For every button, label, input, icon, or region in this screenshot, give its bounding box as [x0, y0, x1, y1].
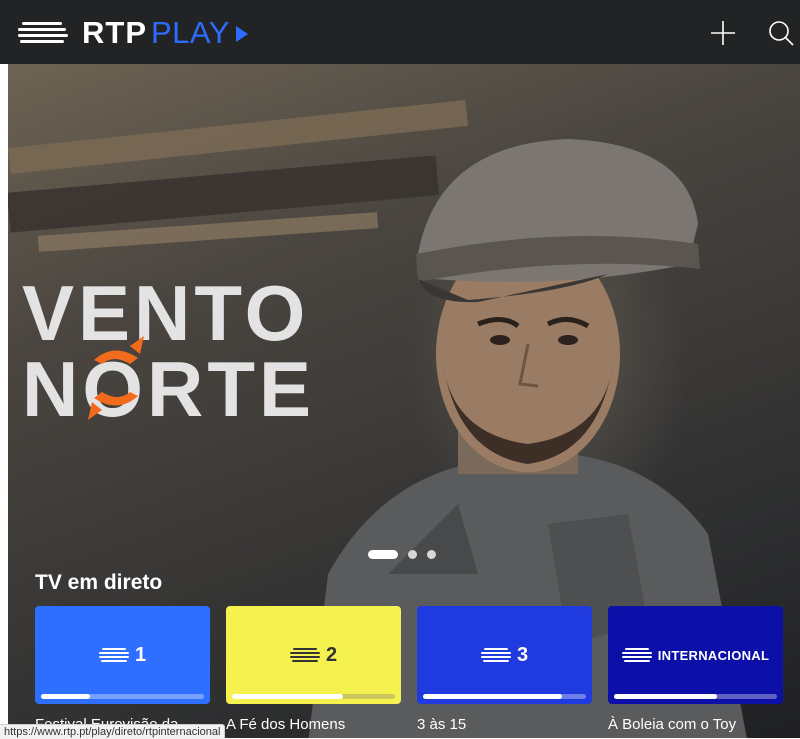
channel-tile[interactable]: 3 — [417, 606, 592, 704]
program-progress-bar — [614, 694, 777, 699]
program-progress-fill — [423, 694, 562, 699]
rtp-play-logo[interactable]: RTP PLAY — [18, 15, 248, 50]
channel-card-rtp3[interactable]: 3 3 às 15 — [417, 606, 592, 738]
channel-logo: 1 — [35, 640, 210, 670]
live-tv-heading: TV em direto — [35, 571, 163, 594]
program-title: 3 às 15 — [417, 716, 467, 733]
carousel-dot-active[interactable] — [368, 550, 398, 559]
rtp-stripes-icon — [621, 647, 652, 663]
rtp-stripes-icon — [480, 647, 511, 663]
channel-number: 1 — [134, 643, 147, 666]
compass-arrow-icon — [88, 336, 144, 420]
program-title: A Fé dos Homens — [226, 716, 346, 733]
show-title-logo[interactable]: VENTO NORTE — [22, 269, 352, 428]
channel-tile[interactable]: INTERNACIONAL — [608, 606, 783, 704]
channel-card-rtp1[interactable]: 1 Festival Eurovisão da — [35, 606, 210, 738]
show-title-line-2: NORTE — [22, 345, 315, 433]
channel-tile[interactable]: 1 — [35, 606, 210, 704]
carousel-dot[interactable] — [427, 550, 436, 559]
program-progress-fill — [614, 694, 717, 699]
plus-icon[interactable] — [708, 18, 738, 48]
channel-card-rtp-internacional[interactable]: INTERNACIONAL À Boleia com o Toy — [608, 606, 783, 738]
rtp-stripes-icon — [289, 647, 320, 663]
brand-rtp-text: RTP — [82, 15, 147, 50]
channel-logo: 3 — [417, 640, 592, 670]
program-title: À Boleia com o Toy — [608, 716, 737, 733]
channel-name: INTERNACIONAL — [657, 647, 770, 663]
carousel-dots — [368, 550, 436, 559]
rtp-stripes-icon — [98, 647, 129, 663]
program-progress-fill — [232, 694, 343, 699]
channel-number: 3 — [516, 643, 529, 666]
show-title-line-1: VENTO — [22, 269, 310, 357]
play-arrow-icon — [235, 26, 248, 42]
program-progress-bar — [423, 694, 586, 699]
program-progress-fill — [41, 694, 90, 699]
program-progress-bar — [232, 694, 395, 699]
channel-tile[interactable]: 2 — [226, 606, 401, 704]
live-channels-row: 1 Festival Eurovisão da 2 A Fé do — [35, 606, 795, 738]
top-bar: RTP PLAY — [0, 0, 800, 64]
status-bar-url: https://www.rtp.pt/play/direto/rtpintern… — [0, 724, 226, 739]
rtp-stripes-icon — [18, 20, 68, 46]
brand-play-text: PLAY — [151, 15, 230, 50]
carousel-dot[interactable] — [408, 550, 417, 559]
channel-card-rtp2[interactable]: 2 A Fé dos Homens — [226, 606, 401, 738]
channel-number: 2 — [325, 643, 338, 666]
search-icon[interactable] — [766, 18, 796, 48]
program-progress-bar — [41, 694, 204, 699]
channel-logo: INTERNACIONAL — [608, 640, 783, 670]
channel-logo: 2 — [226, 640, 401, 670]
